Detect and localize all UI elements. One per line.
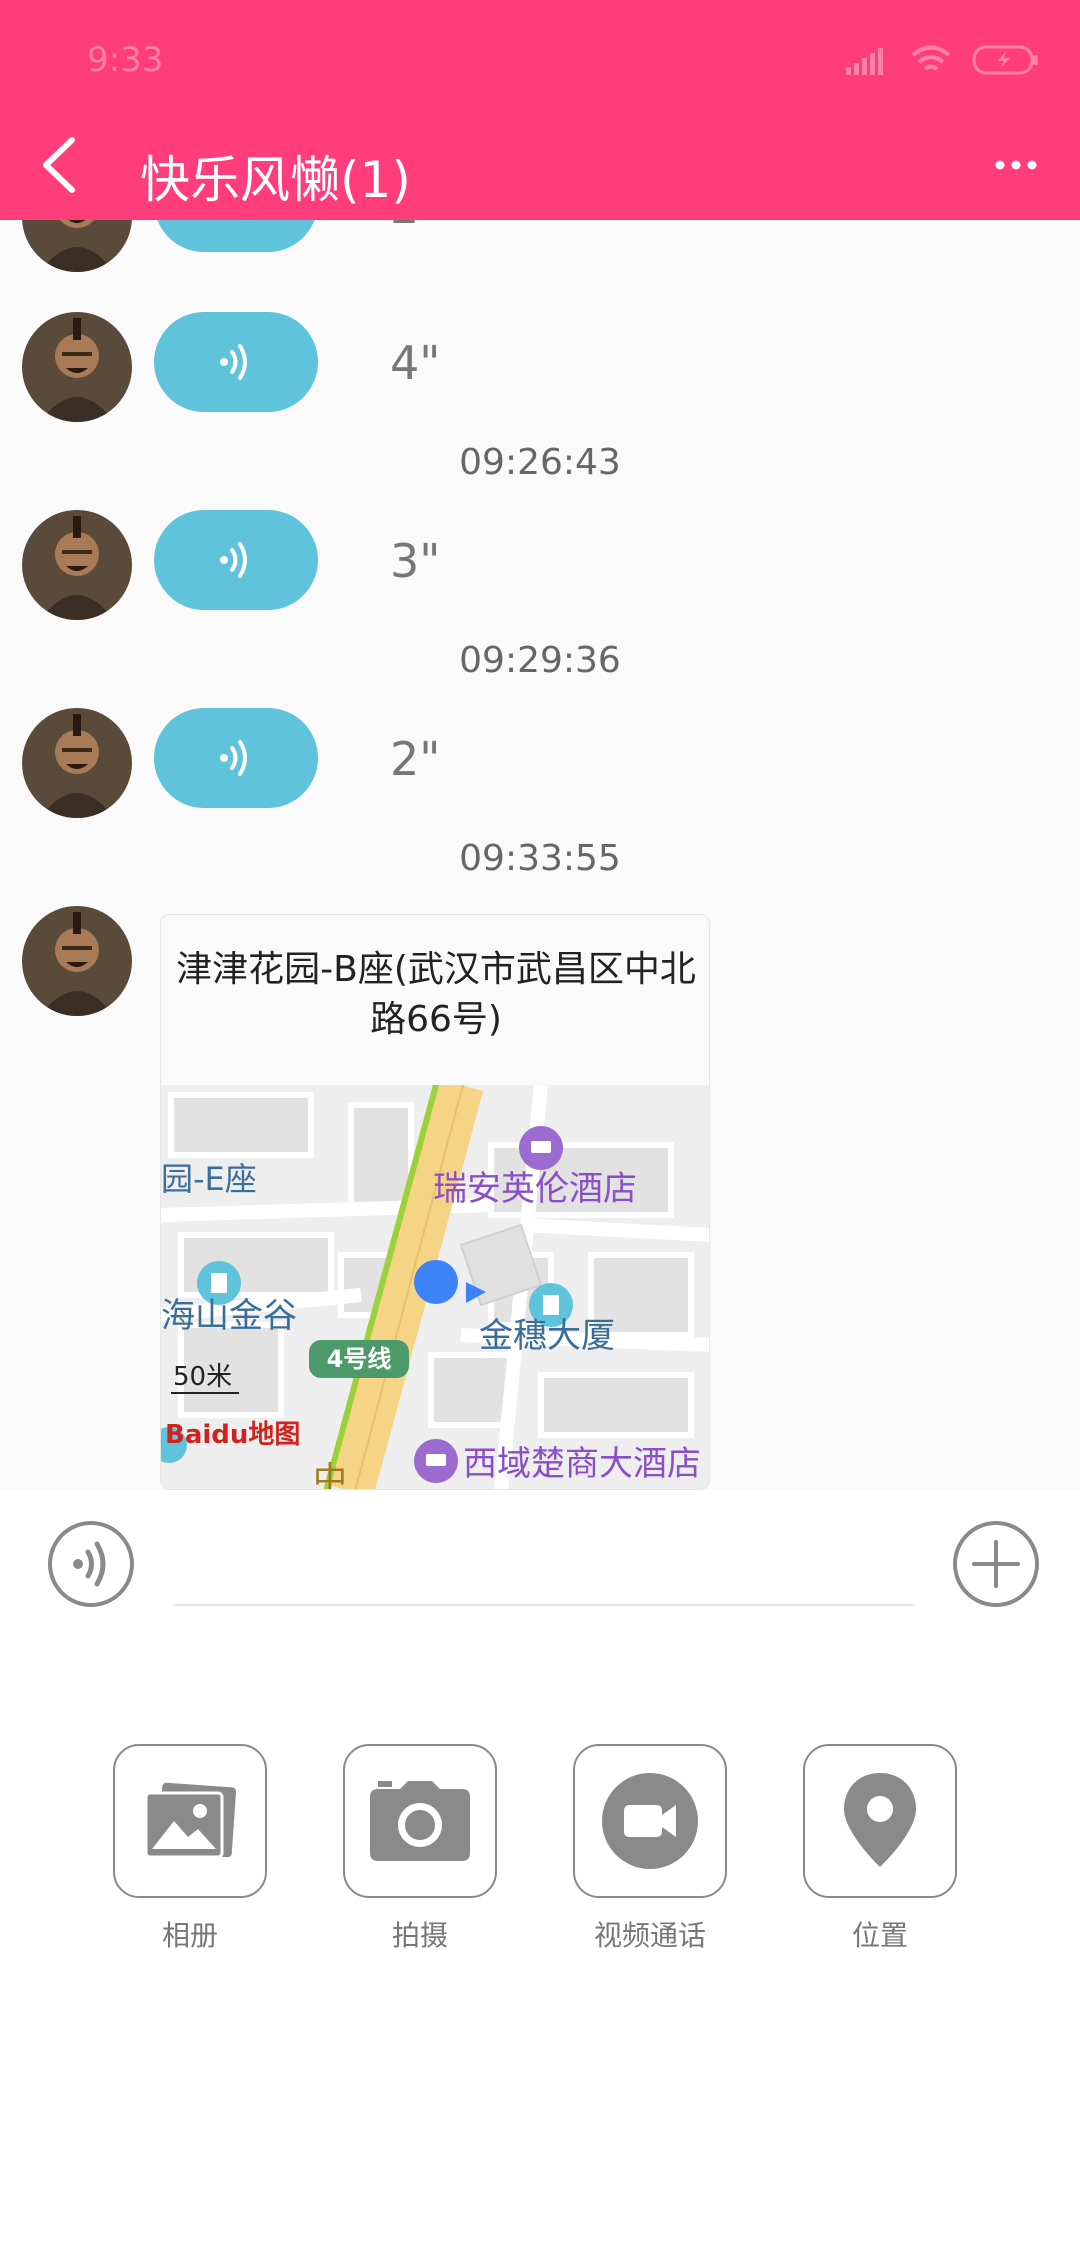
album-icon	[144, 1782, 237, 1859]
tool-label: 拍摄	[391, 1919, 448, 1952]
message-timestamp: 09:26:43	[459, 442, 621, 483]
chat-title: 快乐风懒(1)	[140, 151, 411, 209]
input-area: 相册 拍摄 视频通话 位置	[0, 1490, 1080, 2248]
avatar-image	[22, 312, 132, 422]
status-icons	[846, 44, 1040, 76]
tools-panel: 相册 拍摄 视频通话 位置	[0, 1744, 1080, 1964]
voice-message-bubble[interactable]	[154, 708, 318, 808]
voice-duration: 2"	[390, 220, 440, 234]
location-message-card[interactable]: 津津花园-B座(武汉市武昌区中北路66号) 4号线 瑞安英伦酒店 园-E座 海山…	[160, 914, 710, 1490]
voice-input-button[interactable]	[47, 1520, 135, 1608]
message-timestamp: 09:33:55	[459, 838, 621, 879]
status-time: 9:33	[87, 40, 164, 80]
map-logo: Baidu地图	[165, 1420, 300, 1450]
voice-wave-icon	[220, 740, 247, 776]
tool-album[interactable]: 相册	[112, 1744, 268, 1954]
more-icon	[995, 160, 1037, 170]
map-label-jinsui: 金穗大厦	[479, 1316, 615, 1356]
location-button[interactable]	[803, 1744, 957, 1898]
wifi-icon	[911, 45, 951, 71]
map-label-haishan: 海山金谷	[161, 1296, 297, 1336]
tool-location[interactable]: 位置	[802, 1744, 958, 1954]
voice-duration: 2"	[390, 732, 441, 786]
voice-duration: 3"	[390, 534, 441, 588]
message-timestamp: 09:29:36	[459, 640, 621, 681]
location-address: 津津花园-B座(武汉市武昌区中北路66号)	[176, 949, 696, 1040]
tool-video-call[interactable]: 视频通话	[572, 1744, 728, 1954]
tool-label: 相册	[161, 1919, 218, 1952]
voice-duration: 4"	[390, 336, 441, 390]
voice-wave-icon	[48, 1521, 134, 1607]
map-label-metro: 4号线	[327, 1345, 392, 1373]
voice-message-bubble[interactable]	[154, 220, 318, 252]
map-scale-label: 50米	[173, 1362, 232, 1392]
avatar[interactable]	[22, 312, 132, 422]
camera-icon	[370, 1781, 470, 1861]
map-label-hotel-1: 瑞安英伦酒店	[433, 1169, 637, 1209]
avatar-image	[22, 220, 132, 272]
back-button[interactable]	[30, 130, 90, 200]
tool-camera[interactable]: 拍摄	[342, 1744, 498, 1954]
location-map[interactable]: 4号线 瑞安英伦酒店 园-E座 海山金谷 金穗大厦 西域楚商大酒店 中 50米 …	[161, 1085, 710, 1490]
chat-area[interactable]: 2" 4" 09:26:43 3" 09:29:36	[0, 220, 1080, 1490]
map-label-hotel-2: 西域楚商大酒店	[463, 1444, 701, 1484]
map-label-building-e: 园-E座	[161, 1160, 257, 1198]
avatar[interactable]	[22, 510, 132, 620]
avatar[interactable]	[22, 906, 132, 1016]
voice-wave-icon	[212, 220, 260, 226]
more-tools-button[interactable]	[952, 1520, 1040, 1608]
more-button[interactable]	[990, 140, 1050, 190]
video-call-button[interactable]	[573, 1744, 727, 1898]
tool-label: 视频通话	[593, 1919, 706, 1952]
chevron-left-icon	[43, 137, 75, 193]
avatar-image	[22, 906, 132, 1016]
location-pin-icon	[844, 1773, 916, 1867]
message-input[interactable]	[174, 1530, 914, 1606]
plus-icon	[953, 1521, 1039, 1607]
app-header: 9:33 快乐风懒(1)	[0, 0, 1080, 220]
avatar-image	[22, 708, 132, 818]
voice-wave-icon	[220, 542, 247, 578]
avatar[interactable]	[22, 708, 132, 818]
tool-label: 位置	[851, 1919, 908, 1952]
avatar[interactable]	[22, 220, 132, 272]
voice-message-bubble[interactable]	[154, 312, 318, 412]
battery-icon	[972, 45, 1038, 75]
voice-message-bubble[interactable]	[154, 510, 318, 610]
camera-button[interactable]	[343, 1744, 497, 1898]
map-label-road: 中	[313, 1460, 347, 1490]
avatar-image	[22, 510, 132, 620]
video-call-icon	[602, 1773, 698, 1869]
signal-icon	[846, 48, 883, 75]
album-button[interactable]	[113, 1744, 267, 1898]
voice-wave-icon	[220, 344, 247, 380]
